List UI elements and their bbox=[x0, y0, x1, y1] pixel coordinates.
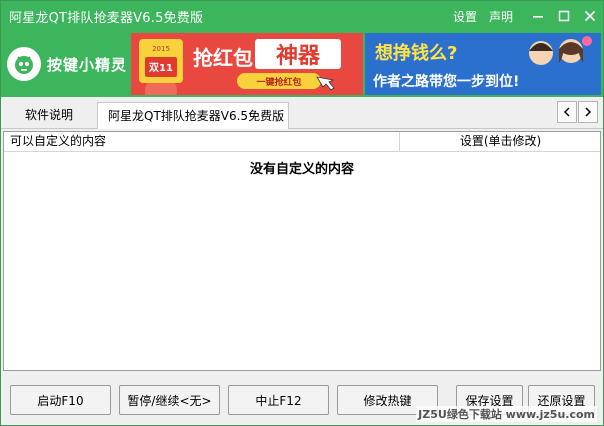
tab-bar: 软件说明 阿星龙QT排队抢麦器V6.5免费版 bbox=[1, 98, 603, 129]
ad2-line2: 作者之路带您一步到位! bbox=[373, 73, 519, 90]
column-header-settings[interactable]: 设置(单击修改) bbox=[401, 132, 600, 151]
ad-highlight: 神器 bbox=[276, 43, 321, 69]
window-title: 阿星龙QT排队抢麦器V6.5免费版 bbox=[9, 10, 204, 26]
tab-main[interactable]: 阿星龙QT排队抢麦器V6.5免费版 bbox=[97, 102, 289, 129]
ad-year: 2015 bbox=[152, 45, 170, 53]
close-button[interactable] bbox=[577, 1, 603, 31]
maximize-icon bbox=[558, 10, 570, 22]
maximize-button[interactable] bbox=[551, 1, 577, 31]
column-header-content[interactable]: 可以自定义的内容 bbox=[4, 132, 400, 151]
close-icon bbox=[584, 10, 596, 22]
ad-headline: 抢红包 bbox=[193, 46, 253, 70]
custom-content-list[interactable]: 可以自定义的内容 设置(单击修改) 没有自定义的内容 bbox=[3, 131, 601, 371]
statement-link[interactable]: 声明 bbox=[489, 8, 513, 25]
app-logo: 按键小精灵 bbox=[7, 43, 127, 85]
author-ad[interactable]: 想挣钱么? 作者之路带您一步到位! bbox=[365, 33, 601, 95]
red-packet-ad[interactable]: 2015 双11 抢红包 神器 一键抢红包 bbox=[131, 33, 363, 95]
empty-list-message: 没有自定义的内容 bbox=[249, 162, 354, 177]
sprite-logo-icon bbox=[7, 47, 41, 81]
ad-badge: 双11 bbox=[149, 62, 173, 74]
chevron-right-icon bbox=[585, 107, 592, 117]
chevron-left-icon bbox=[563, 107, 570, 117]
tab-scroll-right-button[interactable] bbox=[578, 101, 598, 123]
minimize-icon bbox=[533, 16, 543, 18]
ad2-line1: 想挣钱么? bbox=[375, 42, 457, 64]
banner: 按键小精灵 2015 双11 抢红包 神器 一键抢红包 想挣钱么? 作者之路带您… bbox=[1, 31, 603, 97]
settings-link[interactable]: 设置 bbox=[453, 8, 477, 25]
pause-resume-button[interactable]: 暂停/继续<无> bbox=[119, 385, 220, 415]
stop-button[interactable]: 中止F12 bbox=[228, 385, 329, 415]
site-watermark: JZ5U绿色下载站 www.jz5u.com bbox=[416, 406, 597, 422]
logo-text: 按键小精灵 bbox=[47, 55, 128, 74]
title-bar[interactable]: 阿星龙QT排队抢麦器V6.5免费版 设置 声明 bbox=[1, 1, 603, 31]
app-window: 阿星龙QT排队抢麦器V6.5免费版 设置 声明 按键小精灵 2015 双11 抢… bbox=[0, 0, 604, 426]
tab-scroll-left-button[interactable] bbox=[557, 101, 577, 123]
start-button[interactable]: 启动F10 bbox=[10, 385, 111, 415]
tab-software-info[interactable]: 软件说明 bbox=[3, 102, 95, 128]
minimize-button[interactable] bbox=[525, 1, 551, 31]
ad-grab-button: 一键抢红包 bbox=[256, 76, 301, 88]
list-header: 可以自定义的内容 设置(单击修改) bbox=[4, 132, 600, 152]
